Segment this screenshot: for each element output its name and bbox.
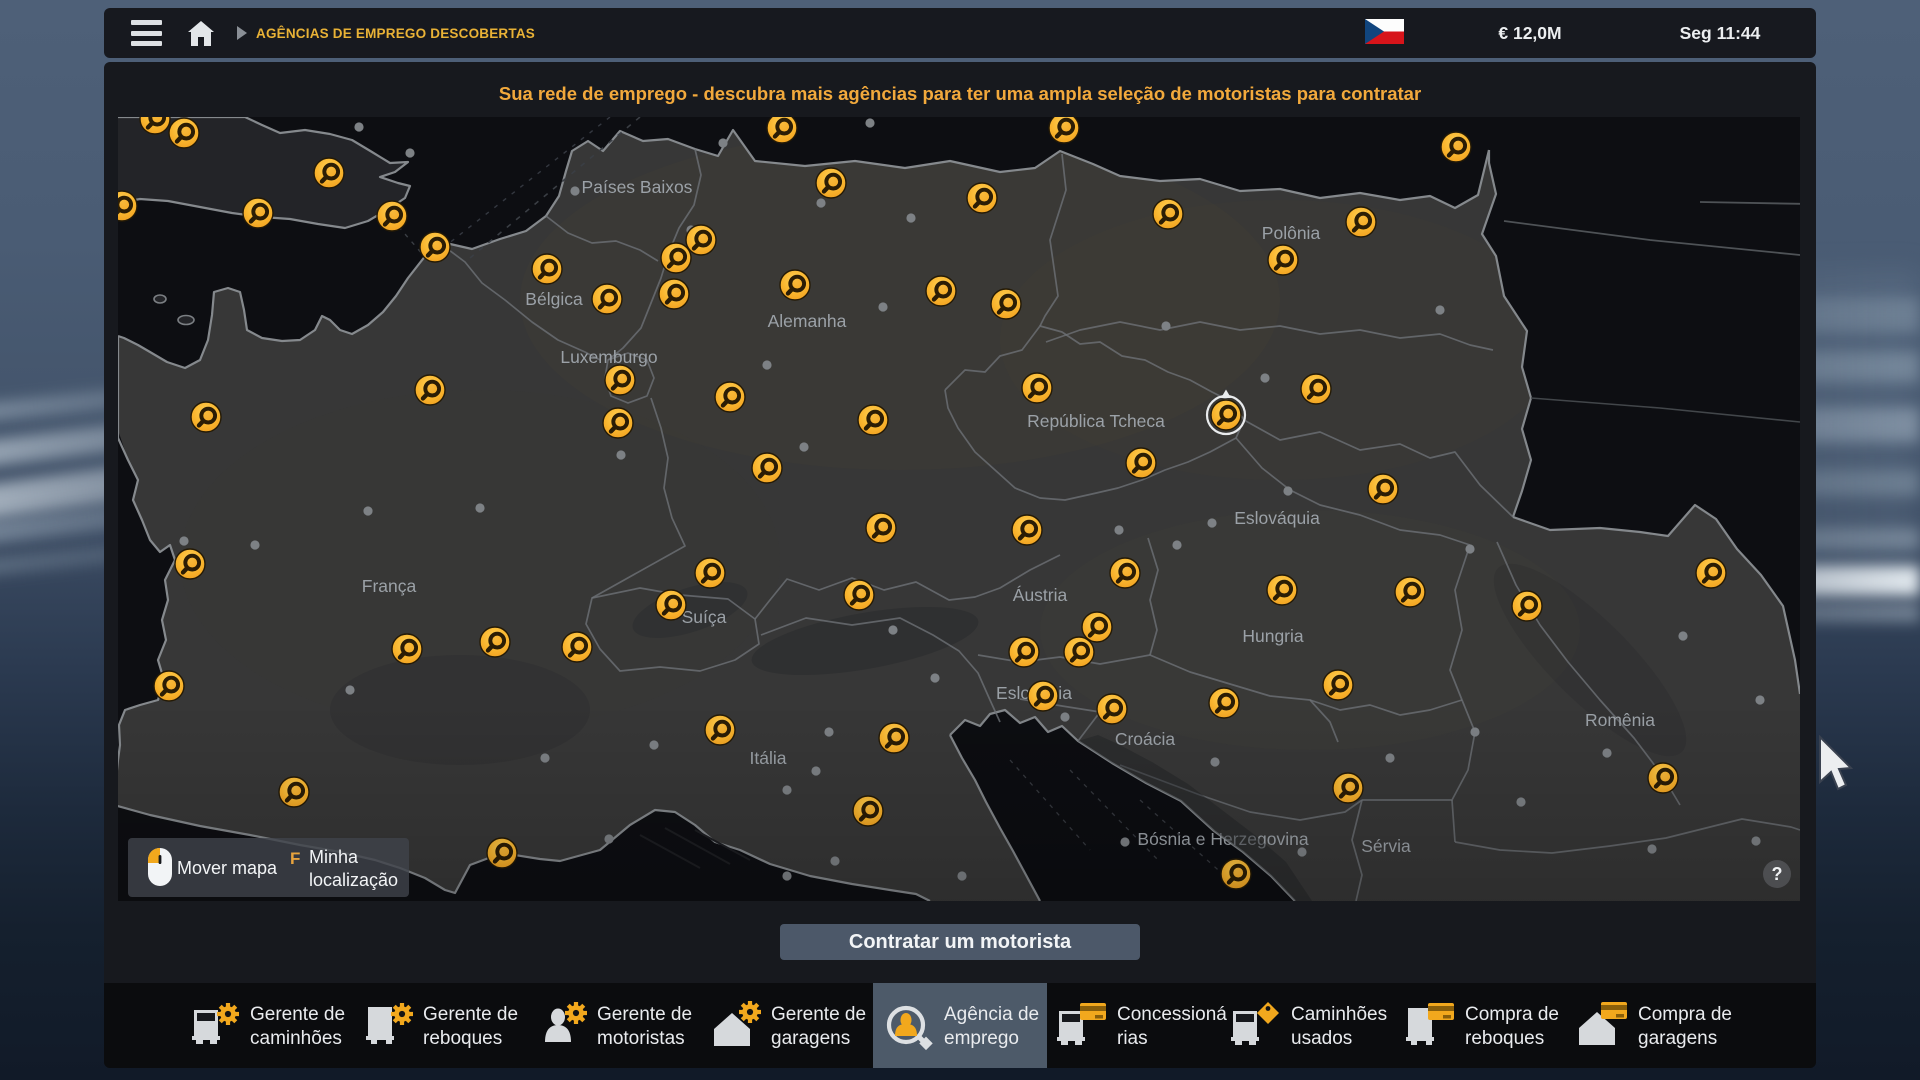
- svg-text:República Tcheca: República Tcheca: [1027, 411, 1165, 431]
- svg-text:Suíça: Suíça: [682, 607, 727, 627]
- svg-text:França: França: [362, 576, 417, 596]
- svg-text:Hungria: Hungria: [1242, 626, 1304, 646]
- svg-text:Bélgica: Bélgica: [525, 289, 583, 309]
- svg-text:Luxemburgo: Luxemburgo: [560, 347, 657, 367]
- svg-text:Países Baixos: Países Baixos: [582, 177, 693, 197]
- svg-text:Áustria: Áustria: [1013, 585, 1068, 605]
- svg-text:Polônia: Polônia: [1262, 223, 1321, 243]
- svg-text:Eslováquia: Eslováquia: [1234, 508, 1320, 528]
- svg-text:Alemanha: Alemanha: [768, 311, 847, 331]
